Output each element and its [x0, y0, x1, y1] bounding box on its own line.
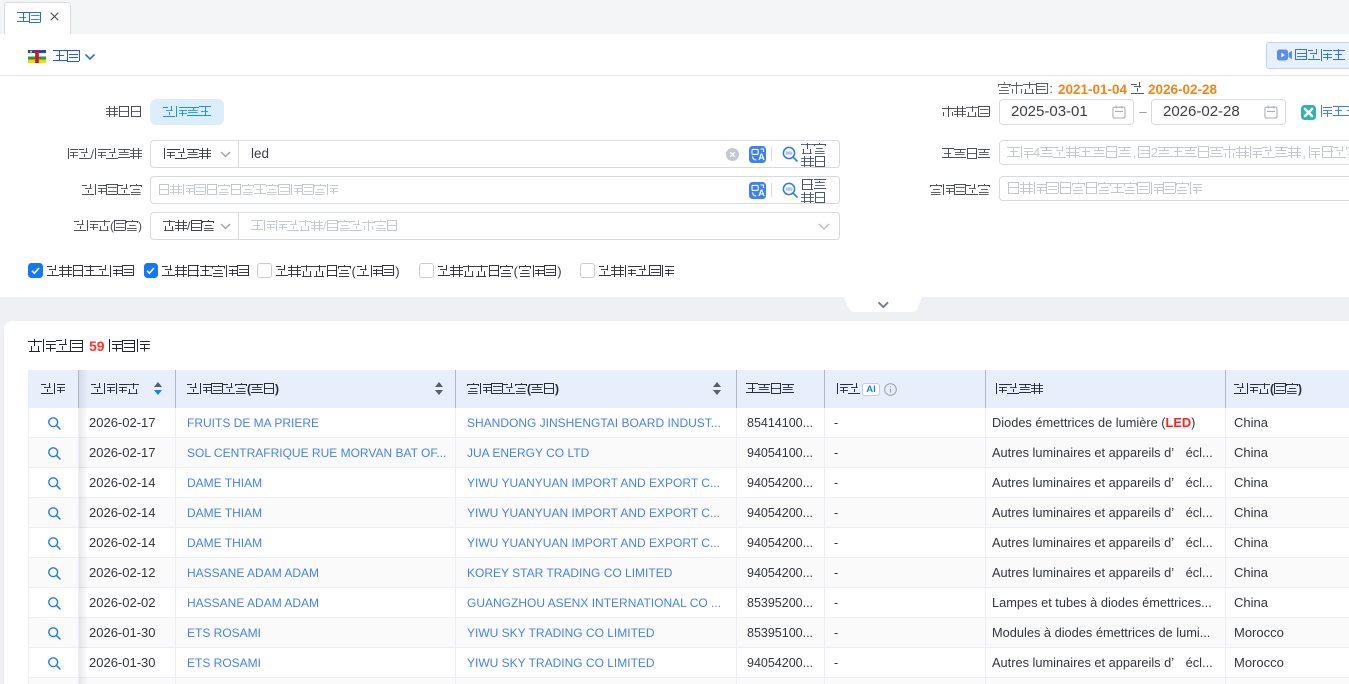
svg-text:A: A [758, 188, 765, 198]
svg-text:A: A [758, 152, 765, 162]
